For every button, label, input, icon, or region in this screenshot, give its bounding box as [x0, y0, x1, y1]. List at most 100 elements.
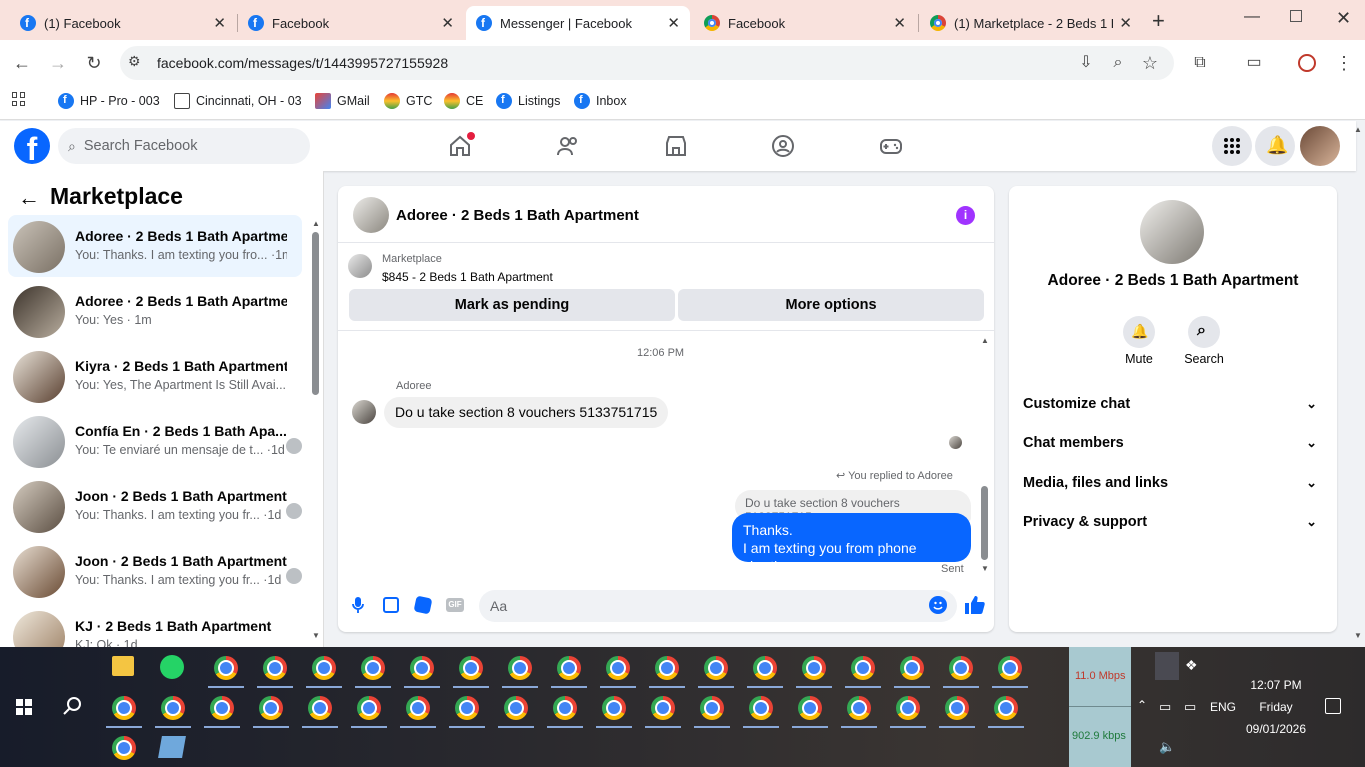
chrome-icon[interactable] — [361, 656, 385, 680]
bookmark-item[interactable]: HP - Pro - 003 — [58, 92, 160, 110]
scroll-up-icon[interactable]: ▲ — [312, 219, 320, 228]
cast-icon[interactable]: ▭ — [1243, 52, 1265, 74]
conversation-item[interactable]: Adoree · 2 Beds 1 Bath Apartme... You: Y… — [8, 280, 302, 342]
feather-icon[interactable] — [1155, 652, 1179, 680]
customize-chat-section[interactable]: Customize chat ⌄ — [1023, 396, 1323, 412]
minimize-button[interactable]: — — [1244, 8, 1260, 26]
chrome-icon[interactable] — [994, 696, 1018, 720]
close-icon[interactable]: ✕ — [1119, 14, 1132, 32]
avatar[interactable] — [353, 197, 389, 233]
notifications-button[interactable]: 🔔 — [1255, 126, 1295, 166]
chrome-icon[interactable] — [161, 696, 185, 720]
apps-icon[interactable] — [12, 92, 26, 106]
mute-button[interactable]: 🔔 — [1123, 316, 1155, 348]
chrome-icon[interactable] — [651, 696, 675, 720]
chevron-up-icon[interactable]: ⌃ — [1137, 698, 1147, 712]
chrome-icon[interactable] — [847, 696, 871, 720]
conversation-item[interactable]: Kiyra · 2 Beds 1 Bath Apartment ... You:… — [8, 345, 302, 407]
reload-icon[interactable]: ↻ — [83, 52, 105, 74]
browser-tab[interactable]: (1) Marketplace - 2 Beds 1 Ba ✕ — [920, 6, 1142, 40]
chrome-icon[interactable] — [606, 656, 630, 680]
clock-day[interactable]: Friday — [1236, 700, 1316, 714]
app-icon[interactable] — [158, 736, 186, 758]
extensions-icon[interactable]: ⧉ — [1189, 52, 1211, 74]
friends-icon[interactable] — [556, 134, 580, 158]
message-input[interactable]: Aa — [479, 590, 957, 622]
chrome-icon[interactable] — [455, 696, 479, 720]
chrome-icon[interactable] — [949, 656, 973, 680]
chrome-icon[interactable] — [357, 696, 381, 720]
browser-tab[interactable]: (1) Facebook ✕ — [10, 6, 236, 40]
browser-tab-active[interactable]: Messenger | Facebook ✕ — [466, 6, 690, 40]
chrome-icon[interactable] — [406, 696, 430, 720]
conversation-item[interactable]: Confía En · 2 Beds 1 Bath Apa... You: Te… — [8, 410, 302, 472]
bookmark-item[interactable]: Cincinnati, OH - 03 — [174, 92, 302, 110]
info-icon[interactable]: i — [956, 206, 975, 225]
chrome-icon[interactable] — [459, 656, 483, 680]
outgoing-message[interactable]: Thanks. I am texting you from phone shor… — [732, 513, 971, 574]
bookmark-item[interactable]: CE — [444, 92, 483, 110]
gif-icon[interactable]: GIF — [446, 598, 464, 612]
chrome-icon[interactable] — [753, 656, 777, 680]
file-explorer-icon[interactable] — [112, 656, 134, 676]
close-icon[interactable]: ✕ — [213, 14, 226, 32]
scroll-down-icon[interactable]: ▼ — [1354, 631, 1362, 640]
chrome-icon[interactable] — [112, 736, 136, 760]
photo-icon[interactable] — [383, 597, 399, 613]
incoming-message[interactable]: Do u take section 8 vouchers 5133751715 — [384, 397, 669, 428]
scroll-up-icon[interactable]: ▲ — [1354, 125, 1362, 134]
close-icon[interactable]: ✕ — [893, 14, 906, 32]
browser-tab[interactable]: Facebook ✕ — [694, 6, 916, 40]
dropbox-icon[interactable]: ❖ — [1185, 657, 1198, 674]
battery-icon[interactable]: ▭ — [1159, 699, 1171, 715]
scrollbar-thumb[interactable] — [312, 232, 319, 395]
chat-members-section[interactable]: Chat members ⌄ — [1023, 435, 1323, 451]
home-icon[interactable] — [448, 132, 475, 158]
site-info-icon[interactable]: ⚙ — [128, 53, 148, 73]
mark-pending-button[interactable]: Mark as pending — [349, 289, 675, 321]
privacy-support-section[interactable]: Privacy & support ⌄ — [1023, 514, 1323, 530]
gaming-icon[interactable] — [879, 134, 903, 158]
chrome-icon[interactable] — [802, 656, 826, 680]
chrome-icon[interactable] — [704, 656, 728, 680]
chrome-icon[interactable] — [210, 696, 234, 720]
conversation-item[interactable]: Joon · 2 Beds 1 Bath Apartment You: Than… — [8, 540, 302, 602]
chrome-icon[interactable] — [410, 656, 434, 680]
chrome-icon[interactable] — [896, 696, 920, 720]
groups-icon[interactable] — [771, 134, 795, 158]
conversation-item[interactable]: Joon · 2 Beds 1 Bath Apartment You: Than… — [8, 475, 302, 537]
scroll-down-icon[interactable]: ▼ — [981, 564, 989, 573]
browser-tab[interactable]: Facebook ✕ — [238, 6, 464, 40]
search-icon[interactable] — [62, 696, 82, 716]
menu-icon[interactable]: ⋮ — [1333, 52, 1355, 74]
network-icon[interactable]: ▭ — [1184, 699, 1196, 715]
clock-date[interactable]: 09/01/2026 — [1236, 722, 1316, 736]
scroll-up-icon[interactable]: ▲ — [981, 336, 989, 345]
listing-text[interactable]: $845 - 2 Beds 1 Bath Apartment — [382, 270, 553, 284]
notifications-icon[interactable] — [1325, 698, 1341, 714]
forward-icon[interactable]: → — [47, 52, 69, 74]
back-arrow-icon[interactable]: ← — [18, 185, 40, 211]
bookmark-item[interactable]: GMail — [315, 92, 370, 110]
marketplace-icon[interactable] — [664, 134, 688, 158]
chrome-icon[interactable] — [553, 696, 577, 720]
bookmark-star-icon[interactable]: ☆ — [1139, 52, 1161, 74]
chrome-icon[interactable] — [259, 696, 283, 720]
sticker-icon[interactable] — [413, 595, 433, 615]
chrome-icon[interactable] — [655, 656, 679, 680]
chat-title[interactable]: Adoree · 2 Beds 1 Bath Apartment — [396, 207, 639, 224]
restore-button[interactable] — [1290, 10, 1302, 22]
more-options-button[interactable]: More options — [678, 289, 984, 321]
search-button[interactable]: ⌕ — [1188, 316, 1220, 348]
window-close-button[interactable]: ✕ — [1336, 8, 1351, 29]
facebook-logo[interactable]: f — [14, 128, 50, 164]
emoji-icon[interactable] — [929, 596, 947, 614]
whatsapp-icon[interactable] — [160, 655, 184, 679]
close-icon[interactable]: ✕ — [667, 14, 680, 32]
chrome-icon[interactable] — [508, 656, 532, 680]
search-input[interactable]: ⌕ Search Facebook — [58, 128, 310, 164]
chrome-icon[interactable] — [851, 656, 875, 680]
chrome-icon[interactable] — [998, 656, 1022, 680]
microphone-icon[interactable] — [351, 596, 365, 614]
profile-icon[interactable] — [1298, 54, 1316, 72]
